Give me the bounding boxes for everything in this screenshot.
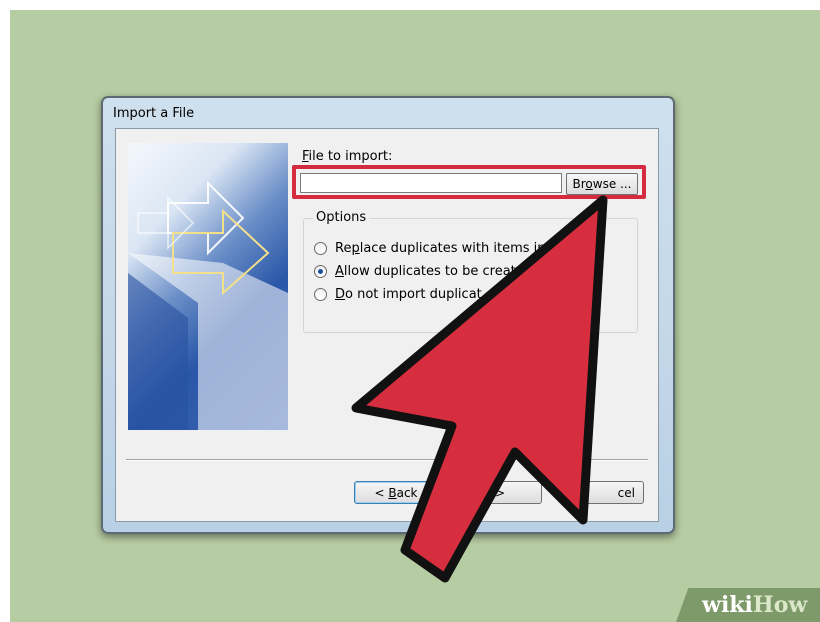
dialog-client-area: File to import: Browse ... Options Repla…	[115, 128, 659, 522]
separator-line	[126, 459, 648, 461]
import-file-dialog: Import a File File to import: Browse ...…	[101, 96, 675, 534]
radio-allow-duplicates[interactable]: Allow duplicates to be creat	[314, 264, 516, 279]
cancel-button[interactable]: cel	[560, 481, 644, 504]
next-button[interactable]: >	[458, 481, 542, 504]
dialog-title: Import a File	[113, 105, 195, 121]
radio-label: Do not import duplicat	[335, 287, 482, 302]
import-banner-image	[128, 143, 288, 430]
file-to-import-label: File to import:	[302, 149, 393, 164]
radio-do-not-import-duplicates[interactable]: Do not import duplicat	[314, 287, 482, 302]
radio-button-checked-icon[interactable]	[314, 265, 327, 278]
radio-label: Allow duplicates to be creat	[335, 264, 516, 279]
radio-label: Replace duplicates with items im	[335, 241, 550, 256]
browse-highlight-box	[292, 165, 646, 199]
options-legend: Options	[313, 210, 370, 225]
radio-replace-duplicates[interactable]: Replace duplicates with items im	[314, 241, 550, 256]
radio-button-icon[interactable]	[314, 242, 327, 255]
back-button[interactable]: < Back	[354, 481, 438, 504]
wikihow-watermark: wikiHow	[702, 592, 808, 618]
radio-button-icon[interactable]	[314, 288, 327, 301]
